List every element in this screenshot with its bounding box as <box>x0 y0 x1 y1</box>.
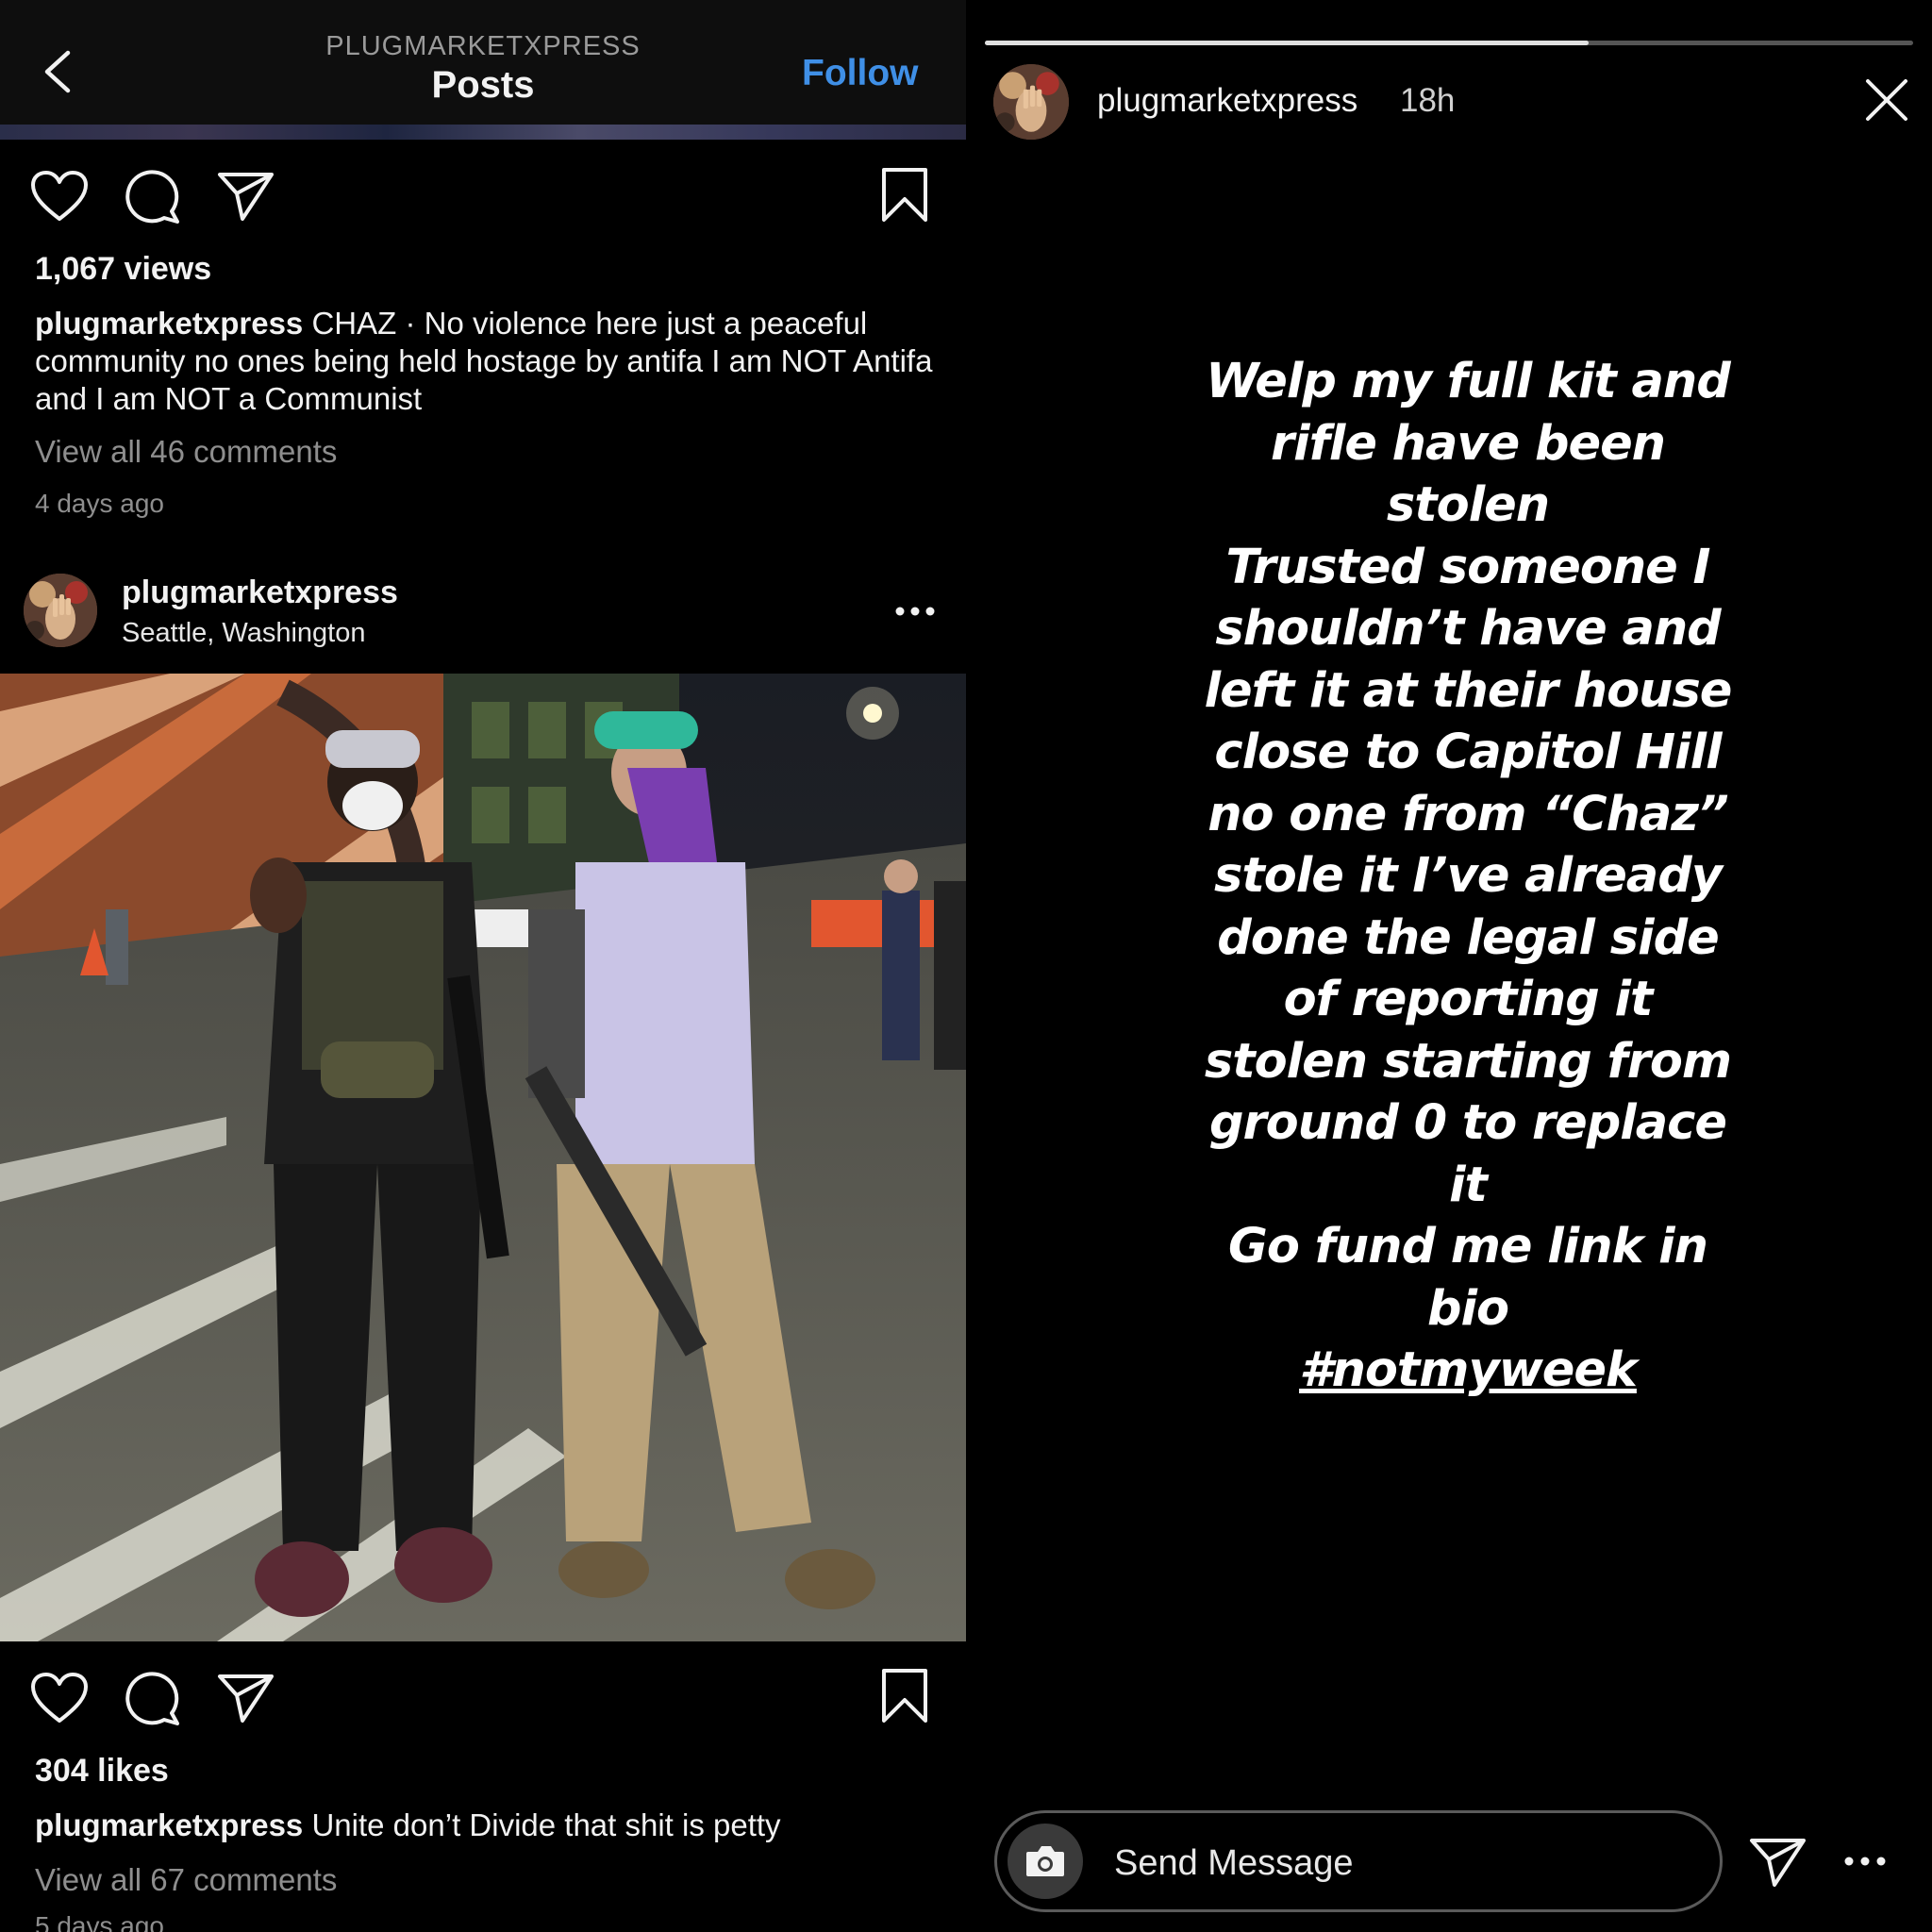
previous-post-photo-edge <box>0 125 966 140</box>
avatar-image <box>24 574 97 647</box>
send-message-input[interactable]: Send Message <box>994 1810 1723 1912</box>
camera-button[interactable] <box>1008 1824 1083 1899</box>
post-likes-count[interactable]: 304 likes <box>35 1753 169 1790</box>
story-text-line: stolen <box>1386 477 1550 533</box>
post-photo[interactable] <box>0 674 966 1641</box>
post-timestamp: 5 days ago <box>35 1911 164 1932</box>
caption-username[interactable]: plugmarketxpress <box>35 306 303 341</box>
follow-button[interactable]: Follow <box>802 53 918 94</box>
story-text-line: of reporting it <box>1283 972 1654 1027</box>
story-hashtag[interactable]: #notmyweek <box>1098 1340 1838 1402</box>
comment-icon[interactable] <box>125 170 181 225</box>
story-text-line: Welp my full kit and <box>1206 354 1730 409</box>
feed-header: PLUGMARKETXPRESS Posts Follow <box>0 0 966 130</box>
avatar-image <box>993 64 1069 140</box>
story-text-line: done the legal side <box>1217 909 1719 966</box>
story-text-line: stolen starting from <box>1204 1033 1732 1090</box>
avatar[interactable] <box>993 64 1069 140</box>
view-comments-link[interactable]: View all 46 comments <box>35 434 337 470</box>
story-text-line: no one from “Chaz” <box>1208 786 1729 842</box>
post-timestamp: 4 days ago <box>35 489 164 518</box>
heart-icon[interactable] <box>30 1672 89 1724</box>
story-text-line: stole it I’ve already <box>1214 848 1723 904</box>
story-text-line: rifle have been <box>1271 415 1666 472</box>
post-caption: plugmarketxpress CHAZ · No violence here… <box>35 305 941 418</box>
bookmark-icon[interactable] <box>880 1668 929 1724</box>
caption-text: Unite don’t Divide that shit is petty <box>311 1807 781 1842</box>
story-text: Welp my full kit and rifle have been sto… <box>1098 351 1838 1402</box>
post-photo-image <box>0 674 966 1641</box>
story-text-line: it <box>1449 1157 1488 1213</box>
more-options-icon[interactable] <box>1843 1855 1887 1868</box>
post-views-count: 1,067 views <box>35 251 212 287</box>
story-timestamp: 18h <box>1400 82 1456 119</box>
story-progress-fill <box>985 41 1589 45</box>
story-progress-bar <box>985 41 1913 45</box>
comment-icon[interactable] <box>125 1672 181 1726</box>
story-username[interactable]: plugmarketxpress <box>1097 82 1357 120</box>
caption-username[interactable]: plugmarketxpress <box>35 1807 303 1842</box>
story-text-line: left it at their house <box>1204 662 1733 719</box>
message-placeholder: Send Message <box>1114 1843 1354 1883</box>
more-options-icon[interactable] <box>894 604 936 619</box>
panel-divider <box>966 0 985 1932</box>
post-username[interactable]: plugmarketxpress <box>122 575 398 611</box>
avatar[interactable] <box>24 574 97 647</box>
bookmark-icon[interactable] <box>880 167 929 224</box>
send-icon[interactable] <box>1749 1836 1807 1889</box>
view-comments-link[interactable]: View all 67 comments <box>35 1862 337 1898</box>
story-text-line: Trusted someone I <box>1225 539 1710 595</box>
story-panel: plugmarketxpress 18h Welp my full kit an… <box>985 0 1932 1932</box>
story-text-line: bio <box>1426 1280 1509 1337</box>
share-icon[interactable] <box>217 1672 275 1724</box>
story-text-line: Go fund me link in <box>1228 1219 1708 1274</box>
post-caption: plugmarketxpress Unite don’t Divide that… <box>35 1807 941 1844</box>
feed-panel: PLUGMARKETXPRESS Posts Follow 1,067 view… <box>0 0 966 1932</box>
story-text-line: shouldn’t have and <box>1215 601 1721 657</box>
camera-icon <box>1026 1846 1064 1876</box>
post-location[interactable]: Seattle, Washington <box>122 618 365 649</box>
close-icon[interactable] <box>1864 77 1909 123</box>
share-icon[interactable] <box>217 170 275 223</box>
story-text-line: close to Capitol Hill <box>1214 724 1722 780</box>
story-text-line: ground 0 to replace <box>1209 1095 1727 1151</box>
heart-icon[interactable] <box>30 170 89 223</box>
